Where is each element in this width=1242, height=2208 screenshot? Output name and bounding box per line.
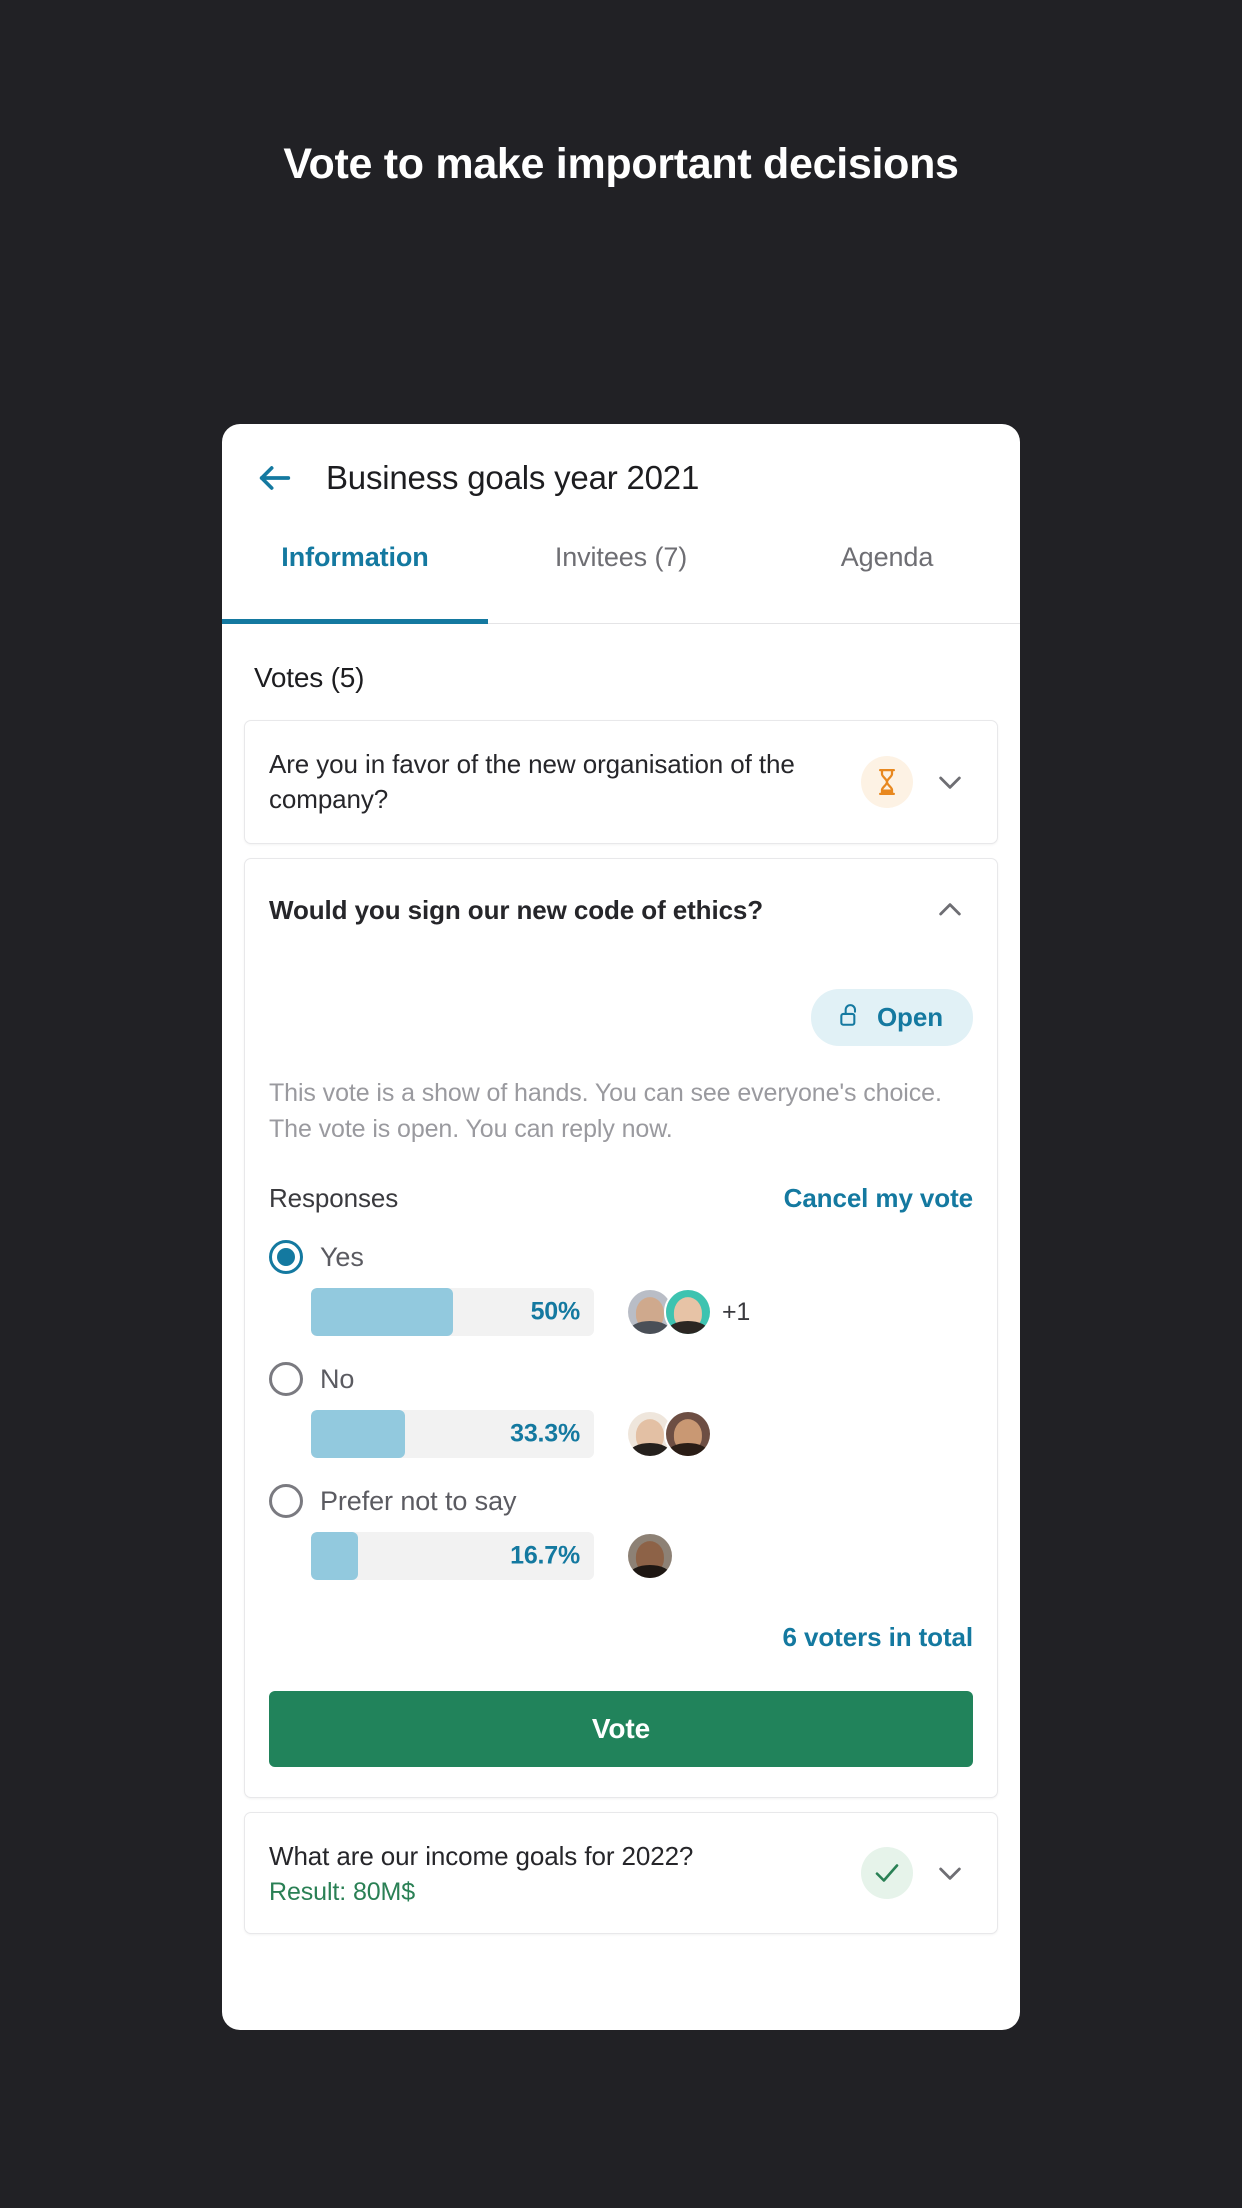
radio-prefer-not-to-say[interactable] <box>269 1484 303 1519</box>
option-no[interactable]: No 33.3% <box>269 1362 973 1459</box>
option-bar-row: 16.7% <box>269 1532 973 1581</box>
arrow-left-icon[interactable] <box>252 455 298 501</box>
avatar-overflow-count: +1 <box>722 1297 751 1326</box>
option-label: Yes <box>320 1241 364 1272</box>
radio-no[interactable] <box>269 1362 303 1397</box>
vote-header[interactable]: What are our income goals for 2022? Resu… <box>245 1813 997 1933</box>
vote-card-collapsed-2[interactable]: What are our income goals for 2022? Resu… <box>244 1812 998 1935</box>
avatar[interactable] <box>664 1410 712 1459</box>
avatar[interactable] <box>664 1288 712 1337</box>
radio-yes[interactable] <box>269 1240 303 1275</box>
voter-avatars[interactable]: +1 <box>626 1288 751 1337</box>
progress-percent: 16.7% <box>510 1541 580 1570</box>
app-bar: Business goals year 2021 <box>222 424 1020 532</box>
hourglass-icon <box>861 756 913 809</box>
cancel-my-vote-link[interactable]: Cancel my vote <box>784 1183 973 1214</box>
option-label-row[interactable]: Prefer not to say <box>269 1484 973 1519</box>
vote-header-expanded[interactable]: Would you sign our new code of ethics? <box>245 859 997 961</box>
progress-percent: 33.3% <box>510 1419 580 1448</box>
progress-bar-fill <box>311 1288 453 1337</box>
vote-header[interactable]: Are you in favor of the new organisation… <box>245 721 997 843</box>
vote-expanded-body: Open This vote is a show of hands. You c… <box>245 989 997 1789</box>
tab-bar: Information Invitees (7) Agenda <box>222 532 1020 624</box>
option-prefer-not-to-say[interactable]: Prefer not to say 16.7% <box>269 1484 973 1581</box>
responses-header: Responses Cancel my vote <box>269 1183 973 1214</box>
vote-description: This vote is a show of hands. You can se… <box>269 1076 973 1147</box>
status-badge[interactable]: Open <box>810 989 973 1047</box>
option-yes[interactable]: Yes 50% +1 <box>269 1240 973 1337</box>
vote-card-expanded: Would you sign our new code of ethics? O… <box>244 858 998 1799</box>
vote-question: Are you in favor of the new organisation… <box>269 749 795 815</box>
option-label: Prefer not to say <box>320 1485 517 1516</box>
progress-bar-fill <box>311 1532 359 1581</box>
option-label-row[interactable]: No <box>269 1362 973 1397</box>
voter-avatars[interactable] <box>626 1532 674 1581</box>
page-headline: Vote to make important decisions <box>283 140 959 188</box>
screenshot-root: Vote to make important decisions Busines… <box>0 0 1242 2208</box>
option-label-row[interactable]: Yes <box>269 1240 973 1275</box>
vote-question: What are our income goals for 2022? <box>269 1841 694 1872</box>
tab-agenda[interactable]: Agenda <box>754 532 1020 623</box>
vote-card-collapsed-1[interactable]: Are you in favor of the new organisation… <box>244 720 998 845</box>
vote-question-wrap: What are our income goals for 2022? Resu… <box>269 1839 861 1907</box>
progress-percent: 50% <box>530 1297 581 1326</box>
responses-label: Responses <box>269 1183 399 1214</box>
unlock-icon <box>837 1002 863 1033</box>
avatar[interactable] <box>626 1532 674 1581</box>
option-label: No <box>320 1363 355 1394</box>
vote-question: Would you sign our new code of ethics? <box>269 894 764 925</box>
vote-description-line-2: The vote is open. You can reply now. <box>269 1114 673 1143</box>
progress-bar-fill <box>311 1410 406 1459</box>
vote-question-wrap: Are you in favor of the new organisation… <box>269 747 861 817</box>
vote-button[interactable]: Vote <box>269 1691 973 1768</box>
chevron-down-icon[interactable] <box>925 757 975 807</box>
vote-description-line-1: This vote is a show of hands. You can se… <box>269 1079 942 1108</box>
page-title: Business goals year 2021 <box>326 459 700 496</box>
vote-question-wrap: Would you sign our new code of ethics? <box>269 893 925 928</box>
votes-section-title: Votes (5) <box>254 662 365 693</box>
progress-bar: 16.7% <box>311 1532 594 1581</box>
tab-invitees[interactable]: Invitees (7) <box>488 532 754 623</box>
content-scroll-area[interactable]: Votes (5) Are you in favor of the new or… <box>222 624 1020 2030</box>
vote-result: Result: 80M$ <box>269 1878 416 1907</box>
option-bar-row: 50% +1 <box>269 1288 973 1337</box>
progress-bar: 50% <box>311 1288 594 1337</box>
chevron-down-icon[interactable] <box>925 1848 975 1898</box>
chevron-up-icon[interactable] <box>925 885 975 935</box>
voters-total-link[interactable]: 6 voters in total <box>269 1622 974 1653</box>
status-badge-label: Open <box>876 1002 943 1033</box>
check-icon <box>861 1847 913 1900</box>
option-bar-row: 33.3% <box>269 1410 973 1459</box>
voter-avatars[interactable] <box>626 1410 712 1459</box>
tab-information[interactable]: Information <box>222 532 488 624</box>
progress-bar: 33.3% <box>311 1410 594 1459</box>
status-badge-row: Open <box>269 989 973 1047</box>
phone-mockup-card: Business goals year 2021 Information Inv… <box>222 424 1020 2030</box>
